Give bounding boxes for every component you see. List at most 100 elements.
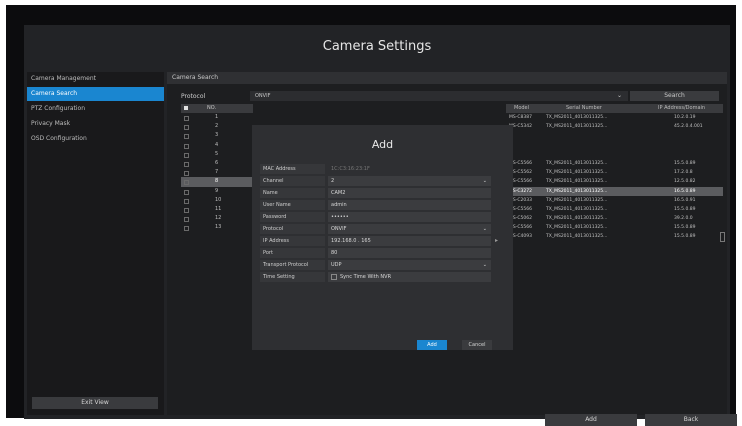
chevron-down-icon: ⌄ <box>482 178 487 184</box>
sidebar-item-ptz-configuration[interactable]: PTZ Configuration <box>27 102 164 116</box>
checkbox[interactable] <box>184 125 189 131</box>
list-item[interactable]: 13 <box>181 223 253 232</box>
channel-select[interactable]: 2 ⌄ <box>328 176 491 186</box>
page-title: Camera Settings <box>322 39 432 54</box>
scrollbar-thumb[interactable] <box>720 232 725 242</box>
list-item[interactable]: 9 <box>181 187 253 196</box>
checkbox[interactable] <box>184 226 189 232</box>
field-label: Name <box>260 188 325 198</box>
chevron-down-icon: ⌄ <box>616 92 622 99</box>
table-row[interactable]: MS-C5062 TX_MS2011_4013011325... 39.2.0.0 <box>506 214 723 223</box>
camera-settings-screen: Camera Settings Camera Management Camera… <box>24 25 737 426</box>
field-label: Channel <box>260 176 325 186</box>
field-time-setting: Time Setting Sync Time With NVR <box>260 272 491 282</box>
checkbox[interactable] <box>184 189 189 195</box>
sidebar-item-osd-configuration[interactable]: OSD Configuration <box>27 132 164 146</box>
table-row[interactable]: MS-C5562 TX_MS2011_4013011325... 17.2.0.8 <box>506 168 723 177</box>
checkbox[interactable] <box>184 152 189 158</box>
table-row[interactable]: MS-C2033 TX_MS2011_4013011325... 16.5.0.91 <box>506 196 723 205</box>
field-label: Time Setting <box>260 272 325 282</box>
column-header-ip: IP Address/Domain <box>658 105 706 111</box>
field-label: MAC Address <box>260 164 325 174</box>
field-label: User Name <box>260 200 325 210</box>
field-label: Port <box>260 248 325 258</box>
checkbox[interactable] <box>184 161 189 167</box>
list-item[interactable]: 11 <box>181 205 253 214</box>
table-row[interactable]: MS-C8387 TX_MS2011_4013011325... 10.2.0.19 <box>506 113 723 122</box>
display-frame: Camera Settings Camera Management Camera… <box>6 5 737 426</box>
password-input[interactable]: •••••• <box>328 212 491 222</box>
table-row[interactable] <box>506 150 723 159</box>
table-row[interactable]: MS-C5342 TX_MS2011_4013011325... 45.2.0.4.… <box>506 122 723 131</box>
checkbox[interactable] <box>184 143 189 149</box>
search-results-table: Model Serial Number IP Address/Domain MS… <box>506 104 723 242</box>
cancel-button[interactable]: Cancel <box>462 340 492 350</box>
table-row-selected[interactable]: MS-C3272 TX_MS2011_4013011325... 16.5.0.89 <box>506 186 723 196</box>
protocol-select[interactable]: ONVIF ⌄ <box>328 224 491 234</box>
checkbox[interactable] <box>184 217 189 223</box>
field-user-name: User Name admin <box>260 200 491 210</box>
list-item[interactable]: 12 <box>181 214 253 223</box>
port-input[interactable]: 80 <box>328 248 491 258</box>
checkbox[interactable] <box>184 116 189 121</box>
list-item[interactable]: 6 <box>181 159 253 168</box>
checkbox[interactable] <box>184 207 189 213</box>
add-camera-dialog: Add MAC Address 1C:C3:16:23:1F Channel 2… <box>252 125 513 350</box>
checkbox[interactable] <box>184 171 189 177</box>
column-header-no: NO. <box>207 105 217 111</box>
table-row[interactable]: MS-C5566 TX_MS2011_4013011325... 12.5.0.82 <box>506 177 723 186</box>
add-confirm-button[interactable]: Add <box>417 340 447 350</box>
chevron-down-icon: ⌄ <box>482 262 487 268</box>
user-name-input[interactable]: admin <box>328 200 491 210</box>
field-label: Password <box>260 212 325 222</box>
list-item[interactable]: 4 <box>181 141 253 150</box>
transport-protocol-select[interactable]: UDP ⌄ <box>328 260 491 270</box>
protocol-select-value: ONVIF <box>255 93 271 99</box>
chevron-down-icon: ⌄ <box>482 226 487 232</box>
field-mac-address: MAC Address 1C:C3:16:23:1F <box>260 164 491 174</box>
table-row[interactable] <box>506 141 723 150</box>
table-row[interactable] <box>506 131 723 140</box>
name-input[interactable]: CAM2 <box>328 188 491 198</box>
result-checklist: NO. 1 2 3 4 5 6 7 8 9 10 11 12 13 <box>181 104 253 232</box>
add-button[interactable]: Add <box>545 414 637 426</box>
exit-view-button[interactable]: Exit View <box>32 397 158 409</box>
protocol-label: Protocol <box>181 93 206 100</box>
checkbox[interactable] <box>184 180 189 186</box>
protocol-select[interactable]: ONVIF ⌄ <box>250 91 628 101</box>
sidebar-item-privacy-mask[interactable]: Privacy Mask <box>27 117 164 131</box>
table-row[interactable]: MS-C4093 TX_MS2011_4013011325... 15.5.0.89 <box>506 232 723 241</box>
field-label: Transport Protocol <box>260 260 325 270</box>
table-header: NO. <box>181 104 253 113</box>
table-row[interactable]: MS-C5566 TX_MS2011_4013011325... 15.5.0.89 <box>506 159 723 168</box>
list-item[interactable]: 1 <box>181 113 253 122</box>
list-item-selected[interactable]: 8 <box>181 177 253 187</box>
search-button[interactable]: Search <box>630 91 719 101</box>
list-item[interactable]: 2 <box>181 122 253 131</box>
table-row[interactable]: MS-C5566 TX_MS2011_4013011325... 15.5.0.89 <box>506 223 723 232</box>
select-all-checkbox[interactable] <box>184 106 188 110</box>
checkbox[interactable] <box>184 198 189 204</box>
time-setting-checkbox[interactable]: Sync Time With NVR <box>328 272 491 282</box>
sidebar-item-camera-management[interactable]: Camera Management <box>27 72 164 86</box>
checkbox[interactable] <box>184 134 189 140</box>
list-item[interactable]: 10 <box>181 196 253 205</box>
table-row[interactable]: MS-C5566 TX_MS2011_4013011325... 15.5.0.89 <box>506 205 723 214</box>
sidebar-item-camera-search[interactable]: Camera Search <box>27 87 164 101</box>
column-header-model: Model <box>514 105 530 111</box>
sidebar: Camera Management Camera Search PTZ Conf… <box>27 72 164 415</box>
list-item[interactable]: 5 <box>181 150 253 159</box>
back-button[interactable]: Back <box>645 414 737 426</box>
field-label: IP Address <box>260 236 325 246</box>
field-protocol: Protocol ONVIF ⌄ <box>260 224 491 234</box>
list-item[interactable]: 3 <box>181 131 253 140</box>
column-header-serial: Serial Number <box>566 105 602 111</box>
list-item[interactable]: 7 <box>181 168 253 177</box>
ip-arrow-icon: ▸ <box>495 237 499 244</box>
checkbox[interactable] <box>331 274 337 280</box>
mac-address-value: 1C:C3:16:23:1F <box>328 164 491 174</box>
ip-address-input[interactable]: 192.168.0 . 165 <box>328 236 491 246</box>
field-channel: Channel 2 ⌄ <box>260 176 491 186</box>
table-header: Model Serial Number IP Address/Domain <box>506 104 723 113</box>
field-transport-protocol: Transport Protocol UDP ⌄ <box>260 260 491 270</box>
